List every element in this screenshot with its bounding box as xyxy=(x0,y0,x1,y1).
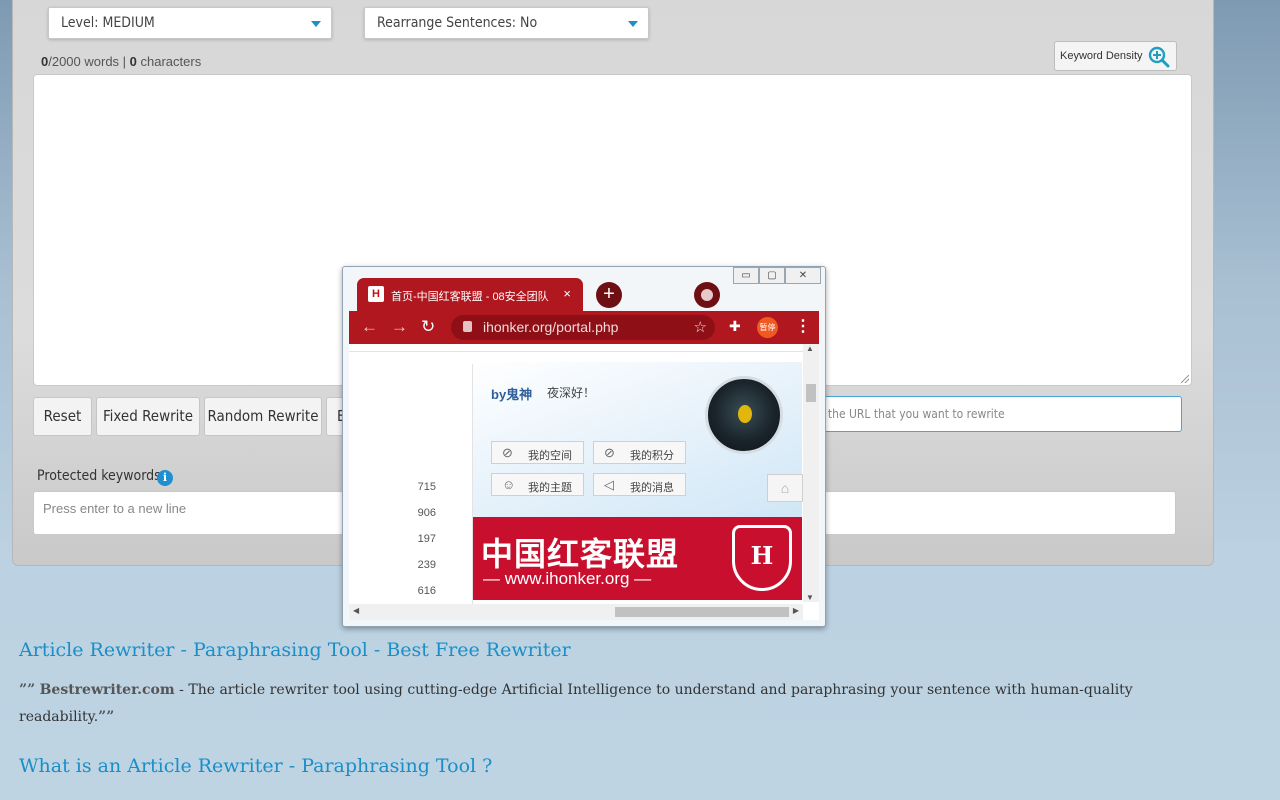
reset-button[interactable]: Reset xyxy=(33,397,92,436)
random-rewrite-button[interactable]: Random Rewrite xyxy=(204,397,322,436)
my-messages-button[interactable]: ◁ 我的消息 xyxy=(593,473,686,496)
scroll-right-icon[interactable]: ▶ xyxy=(793,606,799,615)
open-quote-2: ” xyxy=(27,682,36,698)
intro-paragraph: ”” Bestrewriter.com - The article rewrit… xyxy=(19,677,1179,731)
username[interactable]: by鬼神 xyxy=(491,384,532,403)
my-topics-label: 我的主题 xyxy=(528,482,572,494)
menu-kebab-icon[interactable]: ⋮ xyxy=(795,316,811,336)
scroll-down-icon[interactable]: ▼ xyxy=(806,593,814,602)
user-card: by鬼神 夜深好！ ⊘ 我的空间 ⊘ 我的积分 ☺ 我的主题 ◁ 我的消息 xyxy=(473,362,802,522)
new-tab-button[interactable]: + xyxy=(596,282,622,308)
browser-tab[interactable]: H 首页-中国红客联盟 - 08安全团队 × xyxy=(357,278,583,311)
my-space-label: 我的空间 xyxy=(528,450,572,462)
word-counter: 0/2000 words | 0 characters xyxy=(41,54,201,69)
profile-avatar[interactable]: 暂停 xyxy=(757,317,778,338)
resize-handle[interactable] xyxy=(1181,375,1189,383)
browser-toolbar: ← → ↻ ihonker.org/portal.php ☆ ✚ 暂停 ⋮ xyxy=(349,311,819,344)
my-space-button[interactable]: ⊘ 我的空间 xyxy=(491,441,584,464)
popup-browser-window: ▭ ▢ ✕ H 首页-中国红客联盟 - 08安全团队 × + ← → ↻ iho… xyxy=(342,266,826,627)
chevron-down-icon xyxy=(311,21,321,27)
forward-arrow-icon[interactable]: → xyxy=(391,317,408,337)
chevron-down-icon xyxy=(628,21,638,27)
horizontal-scrollbar[interactable]: ◀ ▶ xyxy=(349,604,803,620)
points-icon: ⊘ xyxy=(604,445,615,460)
keyword-density-button[interactable]: Keyword Density xyxy=(1054,41,1177,71)
tab-bar: H 首页-中国红客联盟 - 08安全团队 × + xyxy=(349,277,819,311)
scroll-up-icon[interactable]: ▲ xyxy=(806,344,814,353)
rearrange-select[interactable]: Rearrange Sentences: No xyxy=(364,7,649,39)
web-content: 715 906 197 239 616 by鬼神 夜深好！ ⊘ 我的空间 ⊘ 我的积… xyxy=(349,344,819,620)
speaker-icon: ◁ xyxy=(604,477,614,492)
extensions-icon[interactable]: ✚ xyxy=(729,318,745,334)
heading-what-is: What is an Article Rewriter - Paraphrasi… xyxy=(19,755,493,777)
site-link[interactable]: Bestrewriter.com xyxy=(40,682,175,698)
my-messages-label: 我的消息 xyxy=(630,482,674,494)
stat-value: 715 xyxy=(417,481,436,493)
avatar[interactable] xyxy=(705,376,783,454)
url-input[interactable]: r the URL that you want to rewrite xyxy=(800,396,1182,432)
ihonker-banner[interactable]: 中国红客联盟 — www.ihonker.org — H xyxy=(473,517,802,600)
star-icon[interactable]: ☆ xyxy=(694,318,707,336)
stat-value: 616 xyxy=(417,585,436,597)
tab-title: 首页-中国红客联盟 - 08安全团队 xyxy=(391,291,549,303)
stat-value: 906 xyxy=(417,507,436,519)
divider xyxy=(349,351,804,352)
tab-search-icon[interactable] xyxy=(694,282,720,308)
tab-close-icon[interactable]: × xyxy=(563,286,571,301)
shield-logo-icon: H xyxy=(732,525,792,591)
rearrange-select-value: Rearrange Sentences: No xyxy=(377,15,538,31)
my-points-button[interactable]: ⊘ 我的积分 xyxy=(593,441,686,464)
my-topics-button[interactable]: ☺ 我的主题 xyxy=(491,473,584,496)
level-select[interactable]: Level: MEDIUM xyxy=(48,7,332,39)
chat-icon: ☺ xyxy=(502,477,516,492)
close-quote: ” xyxy=(98,709,107,725)
info-icon[interactable]: i xyxy=(157,470,173,486)
fixed-rewrite-button[interactable]: Fixed Rewrite xyxy=(96,397,200,436)
greeting: 夜深好！ xyxy=(547,386,596,400)
back-arrow-icon[interactable]: ← xyxy=(361,317,378,337)
my-points-label: 我的积分 xyxy=(630,450,674,462)
close-quote-2: ” xyxy=(106,709,115,725)
intro-body: - The article rewriter tool using cuttin… xyxy=(19,682,1133,725)
stat-value: 197 xyxy=(417,533,436,545)
back-to-top-icon[interactable]: ⌂ xyxy=(767,474,803,502)
stat-value: 239 xyxy=(417,559,436,571)
open-quote: ” xyxy=(19,682,28,698)
word-limit: /2000 words | xyxy=(48,54,130,69)
scroll-left-icon[interactable]: ◀ xyxy=(353,606,359,615)
reload-icon[interactable]: ↻ xyxy=(421,317,435,337)
char-suffix: characters xyxy=(136,54,202,69)
protected-keywords-label: Protected keywords xyxy=(37,468,161,484)
space-icon: ⊘ xyxy=(502,445,513,460)
scroll-thumb-h[interactable] xyxy=(615,607,789,617)
scroll-thumb[interactable] xyxy=(806,384,816,402)
vertical-scrollbar[interactable]: ▲ ▼ xyxy=(803,344,819,602)
address-text: ihonker.org/portal.php xyxy=(483,319,619,335)
favicon: H xyxy=(368,286,384,302)
level-select-value: Level: MEDIUM xyxy=(61,15,155,31)
heading-article-rewriter: Article Rewriter - Paraphrasing Tool - B… xyxy=(19,639,571,661)
stats-column: 715 906 197 239 616 xyxy=(349,364,473,620)
address-bar[interactable]: ihonker.org/portal.php ☆ xyxy=(451,315,715,340)
char-count: 0 xyxy=(129,54,137,69)
lock-icon xyxy=(463,321,472,332)
zoom-in-icon xyxy=(1148,46,1170,71)
keyword-density-label: Keyword Density xyxy=(1060,50,1143,62)
banner-url: — www.ihonker.org — xyxy=(483,569,652,588)
